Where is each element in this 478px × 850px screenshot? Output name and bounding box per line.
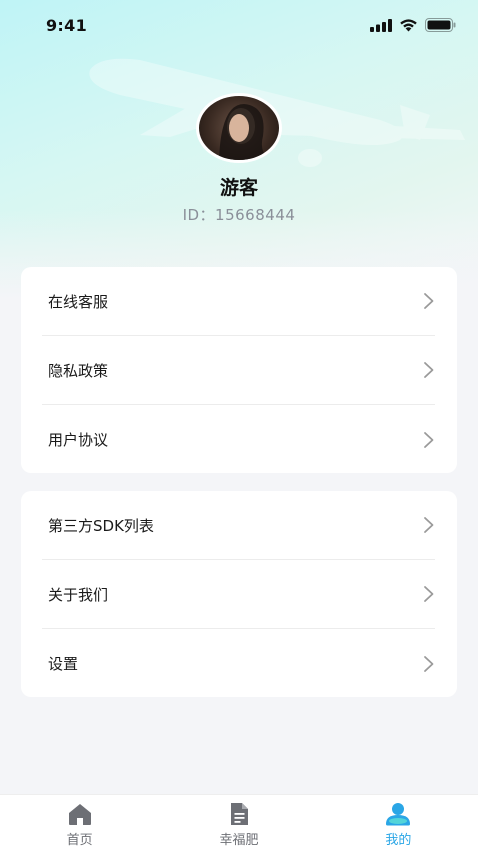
document-icon <box>230 803 248 825</box>
menu-card-secondary: 第三方SDK列表 关于我们 设置 <box>21 491 457 697</box>
menu-item-label: 在线客服 <box>48 292 109 311</box>
avatar-photo <box>219 104 269 160</box>
chevron-right-icon <box>424 293 434 309</box>
menu-item-sdk-list[interactable]: 第三方SDK列表 <box>42 491 435 560</box>
tab-label: 首页 <box>66 833 93 848</box>
menu-item-privacy-policy[interactable]: 隐私政策 <box>42 336 435 405</box>
menu-item-about-us[interactable]: 关于我们 <box>42 560 435 629</box>
avatar[interactable] <box>196 93 282 163</box>
tab-home[interactable]: 首页 <box>0 795 159 850</box>
menu-item-label: 关于我们 <box>48 585 109 604</box>
menu-item-settings[interactable]: 设置 <box>42 629 435 698</box>
user-icon <box>386 803 411 826</box>
user-id: ID：15668444 <box>182 206 296 224</box>
menu-card-primary: 在线客服 隐私政策 用户协议 <box>21 267 457 473</box>
chevron-right-icon <box>424 431 434 448</box>
menu-item-label: 用户协议 <box>48 431 109 449</box>
menu-item-user-agreement[interactable]: 用户协议 <box>42 405 435 474</box>
status-bar: 9:41 <box>0 0 478 50</box>
menu-item-online-service[interactable]: 在线客服 <box>42 267 435 336</box>
tab-label: 我的 <box>385 833 412 848</box>
chevron-right-icon <box>424 586 434 602</box>
menu-item-label: 隐私政策 <box>48 361 109 380</box>
tab-bar: 首页 幸福肥 我的 <box>0 794 478 850</box>
home-icon <box>68 804 91 825</box>
signal-icon <box>370 18 392 32</box>
wifi-icon <box>400 19 417 32</box>
chevron-right-icon <box>424 517 434 533</box>
tab-label: 幸福肥 <box>219 833 259 848</box>
status-time: 9:41 <box>46 15 87 35</box>
username: 游客 <box>219 177 258 199</box>
menu-item-label: 设置 <box>48 655 79 673</box>
chevron-right-icon <box>424 362 434 378</box>
tab-happiness-fat[interactable]: 幸福肥 <box>159 795 318 850</box>
chevron-right-icon <box>424 655 434 672</box>
menu-item-label: 第三方SDK列表 <box>48 516 154 535</box>
battery-icon <box>425 18 456 32</box>
tab-mine[interactable]: 我的 <box>319 795 478 850</box>
